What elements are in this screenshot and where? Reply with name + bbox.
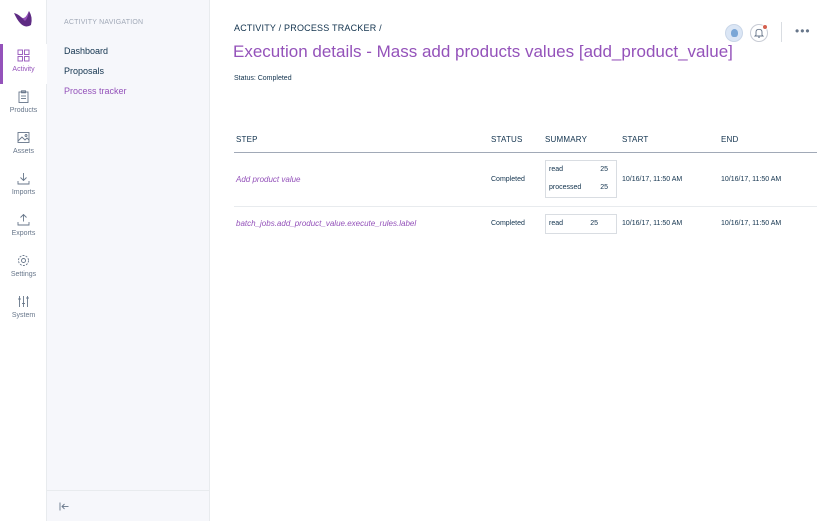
step-start: 10/16/17, 11:50 AM xyxy=(622,220,683,227)
status-text: Status: Completed xyxy=(234,75,292,82)
summary-key: processed xyxy=(549,184,582,191)
more-options-icon[interactable]: ••• xyxy=(795,24,811,38)
system-icon xyxy=(18,296,29,307)
menu-label: Exports xyxy=(11,230,36,237)
menu-activity[interactable]: Activity xyxy=(0,44,47,84)
imports-icon xyxy=(17,173,30,185)
step-end: 10/16/17, 11:50 AM xyxy=(721,176,782,183)
menu-label: Settings xyxy=(10,271,37,278)
step-link[interactable]: batch_jobs.add_product_value.execute_rul… xyxy=(236,219,416,228)
menu-label: System xyxy=(11,312,36,319)
summary-row: processed 25 xyxy=(546,179,616,197)
column-header-status: STATUS xyxy=(491,135,523,144)
sub-nav-title: ACTIVITY NAVIGATION xyxy=(64,19,144,26)
summary-box: read 25 processed 25 xyxy=(545,160,617,198)
summary-key: read xyxy=(549,166,564,173)
sub-nav-item-dashboard[interactable]: Dashboard xyxy=(64,46,108,56)
menu-assets[interactable]: Assets xyxy=(0,126,47,166)
header-divider xyxy=(781,22,782,42)
menu-settings[interactable]: Settings xyxy=(0,249,47,289)
step-end: 10/16/17, 11:50 AM xyxy=(721,220,782,227)
step-status: Completed xyxy=(491,176,525,183)
activity-icon xyxy=(17,49,30,62)
sub-nav-item-process-tracker[interactable]: Process tracker xyxy=(64,86,127,96)
column-header-end: END xyxy=(721,135,739,144)
menu-label: Products xyxy=(9,107,38,114)
breadcrumb[interactable]: ACTIVITY / PROCESS TRACKER / xyxy=(234,23,382,33)
column-header-start: START xyxy=(622,135,649,144)
summary-value: 25 xyxy=(600,184,608,191)
exports-icon xyxy=(17,213,30,226)
step-start: 10/16/17, 11:50 AM xyxy=(622,176,683,183)
activity-navigation-panel: ACTIVITY NAVIGATION Dashboard Proposals … xyxy=(47,0,210,521)
sub-nav-footer xyxy=(47,490,209,521)
menu-label: Assets xyxy=(12,148,34,155)
summary-row: read 25 xyxy=(546,215,616,233)
assets-icon xyxy=(17,132,30,143)
notification-badge xyxy=(762,24,768,30)
summary-box: read 25 xyxy=(545,214,617,234)
user-avatar[interactable] xyxy=(725,24,743,42)
column-header-step: STEP xyxy=(236,135,258,144)
summary-value: 25 xyxy=(600,166,608,173)
products-icon xyxy=(18,90,29,103)
summary-value: 25 xyxy=(590,220,598,227)
main-menu: Activity Products Assets Imports Exports… xyxy=(0,0,47,521)
akeneo-logo[interactable] xyxy=(11,9,33,31)
step-link[interactable]: Add product value xyxy=(236,175,301,184)
page-title: Execution details - Mass add products va… xyxy=(233,42,733,61)
menu-label: Imports xyxy=(11,189,36,196)
sub-nav-item-proposals[interactable]: Proposals xyxy=(64,66,104,76)
menu-system[interactable]: System xyxy=(0,290,47,330)
summary-key: read xyxy=(549,220,564,227)
menu-exports[interactable]: Exports xyxy=(0,208,47,248)
menu-imports[interactable]: Imports xyxy=(0,167,47,207)
column-header-summary: SUMMARY xyxy=(545,135,588,144)
step-status: Completed xyxy=(491,220,525,227)
menu-products[interactable]: Products xyxy=(0,85,47,125)
summary-row: read 25 xyxy=(546,161,616,179)
collapse-panel-icon[interactable] xyxy=(59,502,69,511)
table-header-divider xyxy=(234,152,817,153)
menu-label: Activity xyxy=(12,66,35,73)
settings-icon xyxy=(18,255,29,266)
table-row-divider xyxy=(234,206,817,207)
